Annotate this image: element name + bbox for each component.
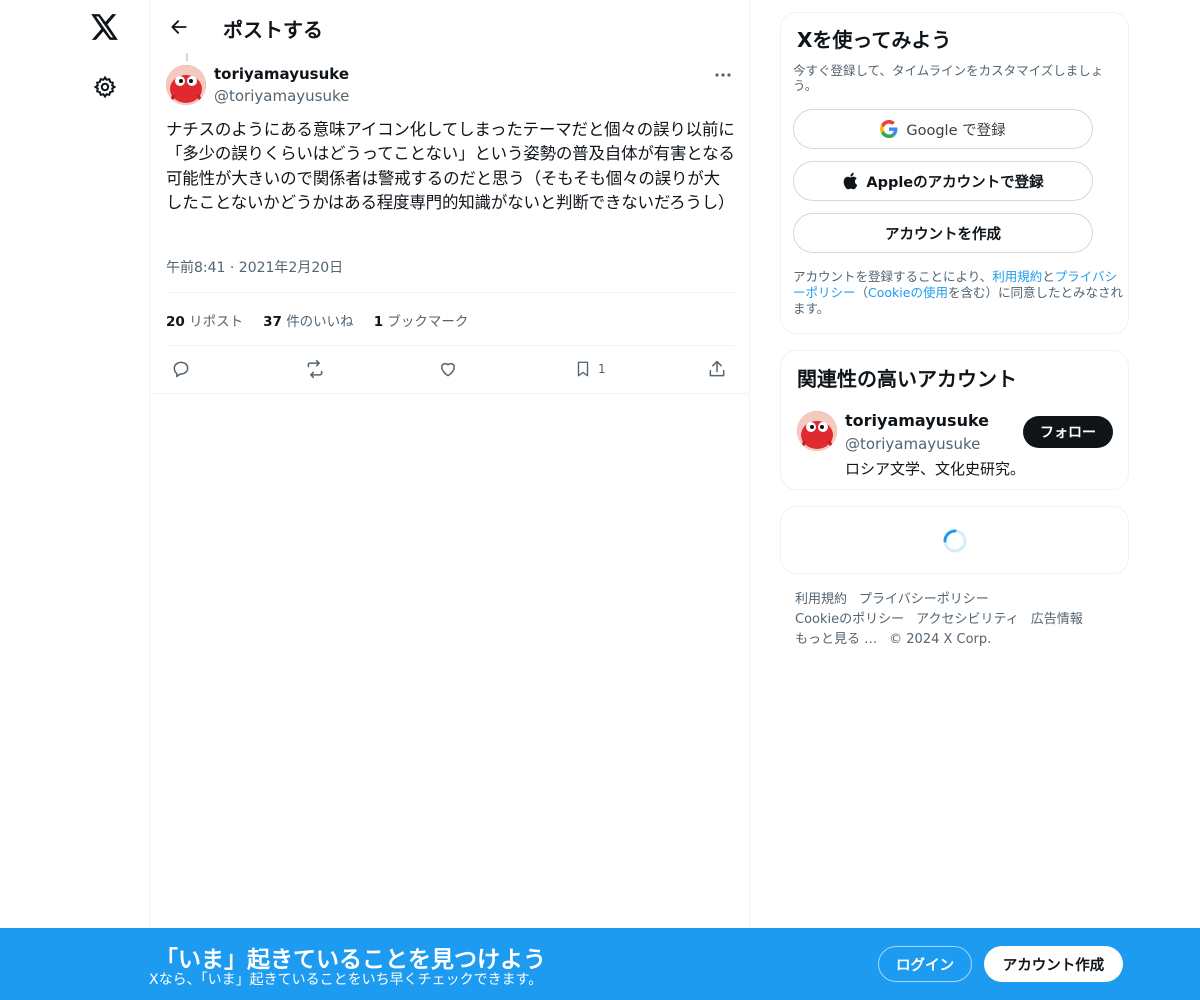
terms-notice: アカウントを登録することにより、利用規約とプライバシーポリシー（Cookieの使… bbox=[793, 269, 1123, 317]
like-icon[interactable] bbox=[438, 356, 458, 382]
bookmark-count: 1 bbox=[598, 362, 606, 376]
terms-and: と bbox=[1042, 269, 1055, 284]
related-accounts-card: 関連性の高いアカウント toriyamayusuke @toriyamayusu… bbox=[780, 350, 1129, 490]
left-nav bbox=[0, 0, 150, 1000]
terms-paren: （ bbox=[855, 285, 869, 300]
related-title: 関連性の高いアカウント bbox=[797, 367, 1017, 391]
terms-prefix: アカウントを登録することにより、 bbox=[793, 269, 993, 284]
avatar[interactable] bbox=[797, 411, 837, 451]
likes-label: 件のいいね bbox=[286, 314, 354, 330]
post-text: ナチスのようにある意味アイコン化してしまったテーマだと個々の誤り以前に「多少の誤… bbox=[166, 120, 735, 212]
divider bbox=[166, 345, 734, 346]
bookmarks-count: 1 bbox=[373, 314, 384, 330]
arrow-left-icon[interactable] bbox=[164, 12, 194, 42]
google-icon bbox=[880, 120, 898, 138]
footer-ads-link[interactable]: 広告情報 bbox=[1031, 612, 1083, 627]
footer-more-link[interactable]: もっと見る … bbox=[795, 632, 877, 647]
signup-title: Xを使ってみよう bbox=[797, 28, 952, 52]
author-handle[interactable]: @toriyamayusuke bbox=[214, 87, 349, 105]
follow-button[interactable]: フォロー bbox=[1023, 416, 1113, 448]
related-account-bio: ロシア文学、文化史研究。 bbox=[845, 460, 1026, 478]
divider bbox=[166, 292, 734, 293]
google-signup-label: Google で登録 bbox=[906, 122, 1006, 139]
x-logo-icon[interactable] bbox=[88, 10, 122, 44]
footer-accessibility-link[interactable]: アクセシビリティ bbox=[916, 612, 1019, 627]
create-account-button[interactable]: アカウントを作成 bbox=[793, 213, 1093, 253]
google-signup-button[interactable]: Google で登録 bbox=[793, 109, 1093, 149]
footer-privacy-link[interactable]: プライバシーポリシー bbox=[859, 592, 989, 607]
top-bar: ポストする bbox=[150, 0, 750, 53]
likes-count: 37 bbox=[263, 314, 282, 330]
apple-signup-button[interactable]: Appleのアカウントで登録 bbox=[793, 161, 1093, 201]
more-icon[interactable] bbox=[710, 62, 736, 88]
signup-card: Xを使ってみよう 今すぐ登録して、タイムラインをカスタマイズしましょう。 Goo… bbox=[780, 12, 1129, 334]
main-column: ポストする toriyamayusuke @toriyamayusuke ナチス… bbox=[149, 0, 750, 1000]
cookie-link[interactable]: Cookieの使用 bbox=[868, 285, 948, 300]
loading-card bbox=[780, 506, 1129, 574]
post-timestamp[interactable]: 午前8:41 · 2021年2月20日 bbox=[166, 257, 343, 277]
likes-stat[interactable]: 37 件のいいね bbox=[263, 310, 354, 330]
signup-description: 今すぐ登録して、タイムラインをカスタマイズしましょう。 bbox=[793, 63, 1104, 93]
apple-icon bbox=[844, 172, 858, 190]
banner-subtitle: Xなら、「いま」起きていることをいち早くチェックできます。 bbox=[149, 972, 543, 988]
bookmark-icon bbox=[577, 361, 589, 377]
bottom-banner: 「いま」起きていることを見つけよう Xなら、「いま」起きていることをいち早くチェ… bbox=[0, 928, 1200, 1000]
repost-icon[interactable] bbox=[304, 356, 326, 382]
gear-icon[interactable] bbox=[90, 72, 120, 102]
page-title: ポストする bbox=[223, 18, 323, 42]
footer-links: 利用規約 プライバシーポリシー Cookieのポリシー アクセシビリティ 広告情報 も… bbox=[795, 590, 1125, 650]
avatar[interactable] bbox=[166, 65, 206, 105]
thread-line bbox=[186, 53, 188, 61]
terms-link[interactable]: 利用規約 bbox=[992, 269, 1042, 284]
post-stats: 20 リポスト 37 件のいいね 1 ブックマーク bbox=[166, 310, 468, 330]
share-icon[interactable] bbox=[707, 356, 727, 382]
related-account-name[interactable]: toriyamayusuke bbox=[845, 411, 989, 430]
reposts-label: リポスト bbox=[189, 314, 244, 330]
apple-signup-label: Appleのアカウントで登録 bbox=[866, 174, 1044, 191]
related-account-handle[interactable]: @toriyamayusuke bbox=[845, 435, 980, 453]
login-button[interactable]: ログイン bbox=[878, 946, 972, 982]
bookmarks-label: ブックマーク bbox=[387, 314, 469, 330]
signup-button[interactable]: アカウント作成 bbox=[984, 946, 1123, 982]
bookmarks-stat[interactable]: 1 ブックマーク bbox=[374, 310, 469, 330]
footer-terms-link[interactable]: 利用規約 bbox=[795, 592, 847, 607]
bookmark-button[interactable]: 1 bbox=[574, 356, 606, 382]
footer-copyright: © 2024 X Corp. bbox=[889, 632, 992, 647]
reposts-count: 20 bbox=[166, 314, 185, 330]
footer-cookie-link[interactable]: Cookieのポリシー bbox=[795, 612, 904, 627]
divider bbox=[150, 393, 750, 394]
loading-spinner-icon bbox=[943, 529, 967, 553]
post-actions: 1 bbox=[166, 356, 734, 384]
author-name[interactable]: toriyamayusuke bbox=[214, 65, 349, 83]
reposts-stat[interactable]: 20 リポスト bbox=[166, 310, 243, 330]
reply-icon[interactable] bbox=[171, 356, 191, 382]
